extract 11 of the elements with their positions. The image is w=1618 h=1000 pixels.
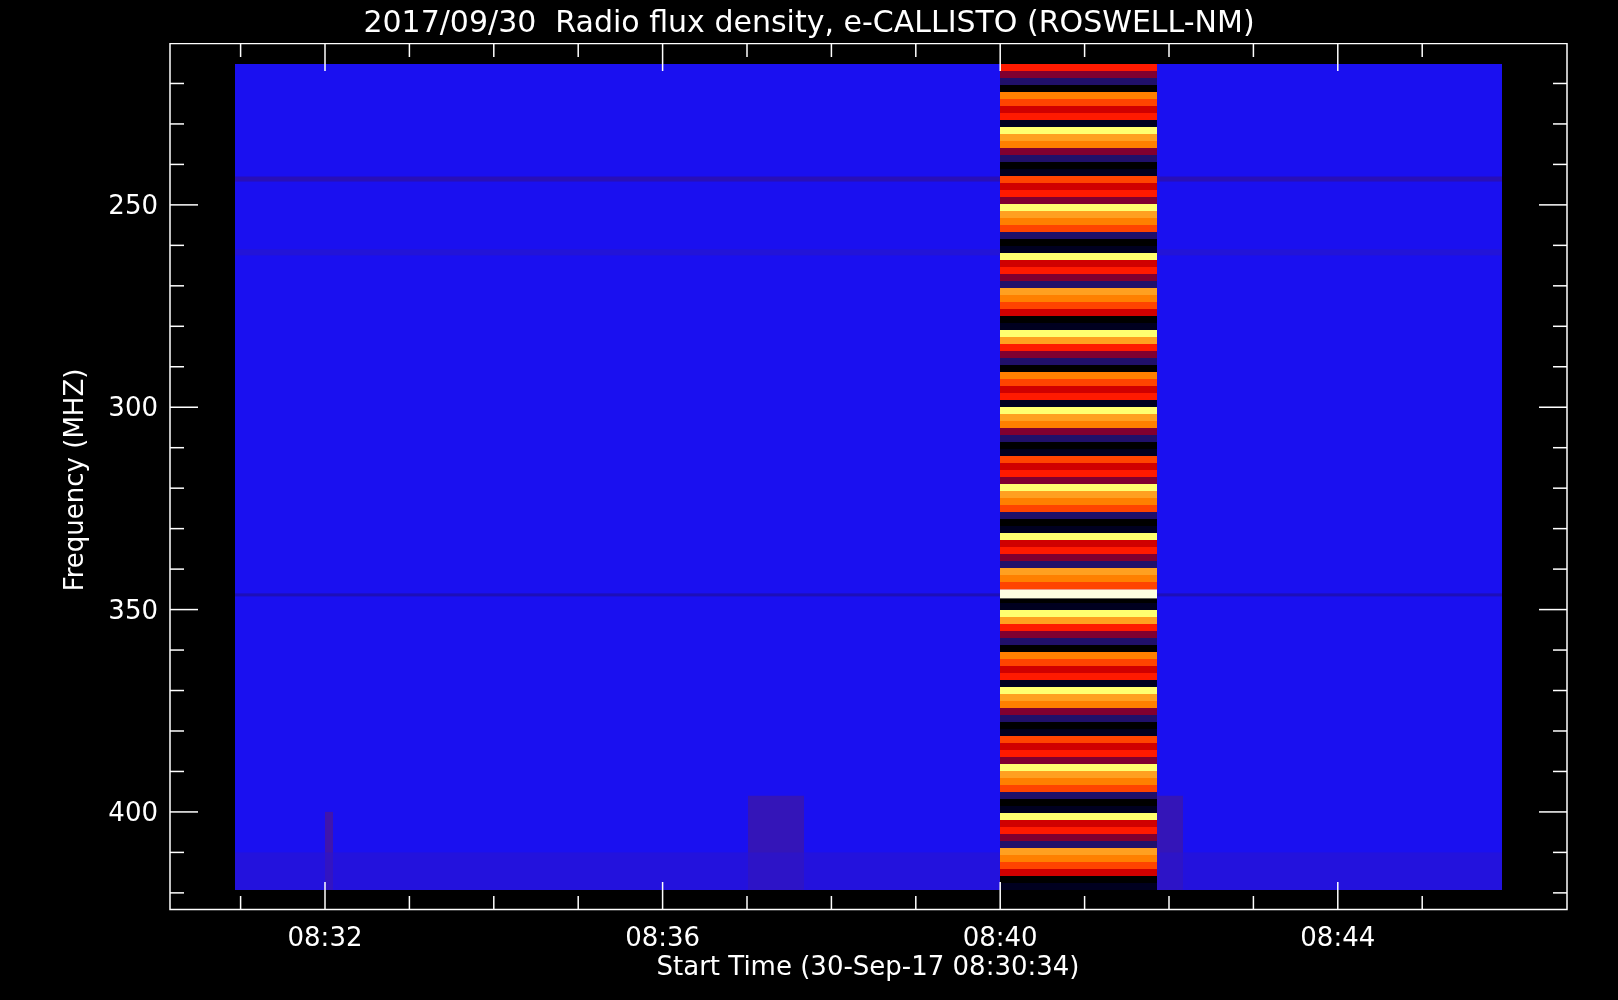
y-tick-label: 250 — [108, 189, 158, 220]
x-tick-label: 08:40 — [962, 922, 1038, 952]
y-axis-label: Frequency (MHZ) — [59, 368, 89, 592]
y-tick-label: 300 — [108, 392, 158, 423]
chart-title: 2017/09/30 Radio flux density, e-CALLISTO (ROSWELL-NM) — [362, 3, 1256, 41]
x-axis-label: Start Time (30-Sep-17 08:30:34) — [656, 951, 1080, 981]
y-tick-label: 350 — [108, 594, 158, 625]
x-tick-label: 08:32 — [287, 922, 363, 952]
x-tick-label: 08:44 — [1300, 922, 1376, 952]
x-tick-label: 08:36 — [625, 922, 701, 952]
y-tick-label: 400 — [108, 796, 158, 827]
